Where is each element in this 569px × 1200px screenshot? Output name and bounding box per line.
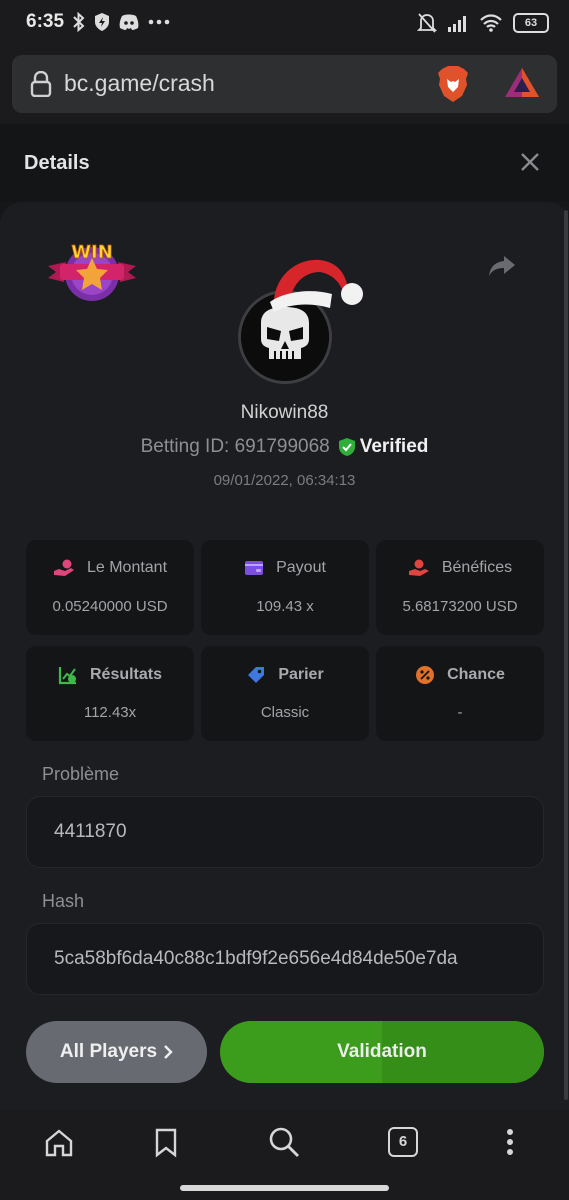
- stat-label: Le Montant: [86, 559, 168, 576]
- lock-icon: [30, 71, 52, 97]
- stat-label: Chance: [447, 666, 505, 683]
- search-icon[interactable]: [268, 1126, 300, 1158]
- shield-icon: [95, 13, 109, 31]
- signal-icon: [448, 16, 466, 32]
- details-title: Details: [24, 152, 90, 174]
- battery-indicator: 63: [513, 13, 549, 33]
- status-system-icons: 63: [417, 12, 549, 34]
- share-icon[interactable]: [488, 254, 516, 278]
- stat-label: Parier: [278, 666, 324, 683]
- hash-label: Hash: [42, 891, 85, 911]
- stat-card-results: Résultats 112.43x: [26, 646, 194, 741]
- stat-card-header: Payout: [201, 559, 369, 577]
- probleme-label: Problème: [42, 764, 120, 784]
- stat-card-header: Chance: [376, 665, 544, 685]
- bet-date: 09/01/2022, 06:34:13: [213, 472, 356, 489]
- verified-label: Verified: [359, 436, 429, 457]
- chart-check-icon: [58, 667, 76, 685]
- betting-id-row: Betting ID: 691799068 Verified: [0, 436, 569, 458]
- stat-card-profit: Bénéfices 5.68173200 USD: [376, 540, 544, 635]
- chevron-right-icon: [164, 1045, 173, 1059]
- status-time: 6:35: [26, 11, 65, 32]
- win-badge-icon: WIN: [48, 242, 136, 301]
- details-header: Details: [0, 124, 569, 202]
- all-players-label: All Players: [59, 1041, 158, 1062]
- stat-card-header: Bénéfices: [376, 559, 544, 577]
- scrollbar[interactable]: [564, 210, 568, 1100]
- brave-shield-icon[interactable]: [436, 65, 470, 103]
- status-notification-icons: [72, 12, 170, 32]
- validation-button[interactable]: Validation: [220, 1021, 544, 1083]
- bookmark-icon[interactable]: [155, 1128, 177, 1158]
- percent-icon: [416, 666, 435, 684]
- home-indicator[interactable]: [180, 1185, 389, 1191]
- stat-value: 5.68173200 USD: [402, 598, 518, 615]
- validation-label: Validation: [337, 1041, 427, 1062]
- stat-card-header: Résultats: [26, 665, 194, 685]
- stat-value: 0.05240000 USD: [52, 598, 168, 615]
- close-icon[interactable]: [520, 152, 540, 172]
- status-bar: 6:35 63: [0, 0, 569, 46]
- more-menu-icon[interactable]: [506, 1128, 514, 1156]
- wifi-icon: [480, 14, 502, 32]
- wallet-icon: [245, 561, 264, 575]
- stat-card-header: Parier: [201, 665, 369, 685]
- probleme-field[interactable]: 4411870: [26, 796, 544, 868]
- address-bar[interactable]: bc.game/crash: [12, 55, 557, 113]
- stat-card-payout: Payout 109.43 x: [201, 540, 369, 635]
- stat-value: 109.43 x: [256, 598, 314, 615]
- coins-hand-icon: [53, 559, 74, 576]
- hash-value: 5ca58bf6da40c88c1bdf9f2e656e4d84de50e7da: [54, 948, 458, 969]
- stat-card-chance: Chance -: [376, 646, 544, 741]
- stat-value: Classic: [260, 704, 310, 721]
- hash-field[interactable]: 5ca58bf6da40c88c1bdf9f2e656e4d84de50e7da: [26, 923, 544, 995]
- stat-label: Bénéfices: [441, 559, 513, 576]
- stat-label: Payout: [276, 559, 326, 576]
- browser-toolbar: bc.game/crash: [0, 46, 569, 124]
- stat-label: Résultats: [89, 666, 163, 683]
- tag-icon: [248, 667, 265, 683]
- probleme-value: 4411870: [54, 821, 127, 842]
- all-players-button[interactable]: All Players: [26, 1021, 207, 1083]
- tabs-button[interactable]: 6: [388, 1127, 418, 1157]
- bell-off-icon: [417, 13, 437, 33]
- stat-card-bet-type: Parier Classic: [201, 646, 369, 741]
- bluetooth-icon: [73, 12, 85, 32]
- discord-icon: [119, 14, 139, 30]
- url-text: bc.game/crash: [64, 70, 215, 96]
- money-hand-icon: [408, 559, 429, 576]
- verified-shield-icon: [338, 438, 355, 456]
- stat-card-amount: Le Montant 0.05240000 USD: [26, 540, 194, 635]
- username: Nikowin88: [240, 402, 329, 423]
- bat-rewards-icon[interactable]: [504, 67, 540, 99]
- stat-value: 112.43x: [83, 704, 137, 721]
- win-badge-text: WIN: [71, 242, 113, 263]
- stat-card-header: Le Montant: [26, 559, 194, 577]
- verified-badge: Verified: [338, 436, 429, 458]
- more-dots-icon: [148, 19, 170, 25]
- home-icon[interactable]: [44, 1128, 74, 1158]
- stat-value: -: [457, 704, 463, 721]
- santa-hat-icon: [270, 259, 363, 312]
- betting-id: Betting ID: 691799068: [140, 436, 330, 457]
